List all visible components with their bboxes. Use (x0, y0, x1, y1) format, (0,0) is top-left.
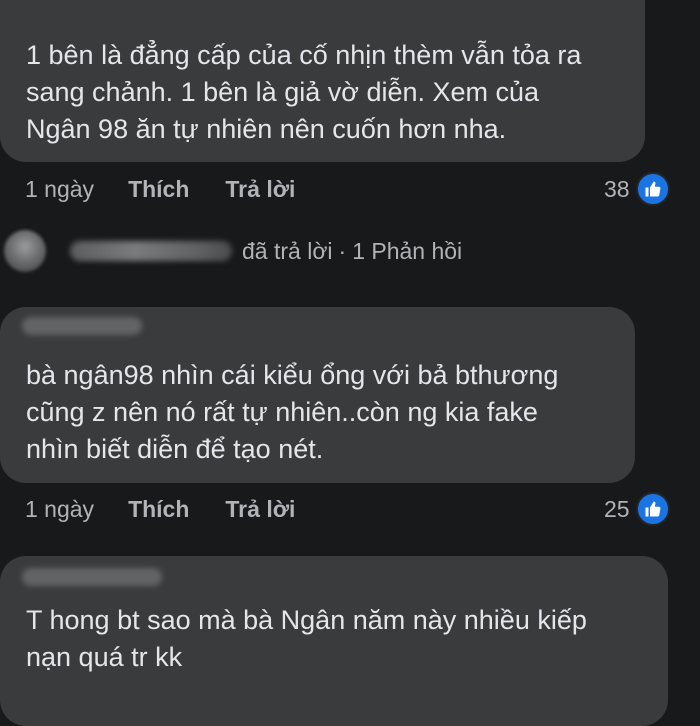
comment-actions-1: 1 ngày Thích Trả lời (25, 176, 295, 203)
like-thumb-icon-glyph (645, 181, 661, 197)
reply-button-2[interactable]: Trả lời (225, 496, 295, 523)
reply-action-text: đã trả lời (242, 237, 333, 264)
reaction-count-1: 38 (604, 175, 630, 202)
reply-separator: · (338, 237, 347, 264)
comment-text-3: T hong bt sao mà bà Ngân năm này nhiều k… (26, 605, 587, 672)
like-button-1[interactable]: Thích (128, 176, 189, 203)
reaction-summary-1[interactable]: 38 (604, 172, 670, 206)
comment-text-1: 1 bên là đẳng cấp của cố nhịn thèm vẫn t… (26, 40, 582, 144)
commenter-name-blurred (22, 317, 142, 335)
reply-count-link[interactable]: 1 Phản hồi (352, 238, 462, 265)
like-thumb-icon (635, 492, 670, 526)
comment-time-2[interactable]: 1 ngày (25, 496, 94, 523)
reply-button-1[interactable]: Trả lời (225, 176, 295, 203)
comment-actions-2: 1 ngày Thích Trả lời (25, 496, 295, 523)
avatar (4, 230, 46, 272)
replier-name-blurred (70, 241, 232, 261)
reaction-count-2: 25 (604, 495, 630, 522)
commenter-name-blurred (22, 568, 162, 586)
like-thumb-icon (635, 172, 670, 206)
like-button-2[interactable]: Thích (128, 496, 189, 523)
reaction-summary-2[interactable]: 25 (604, 492, 670, 526)
comment-time-1[interactable]: 1 ngày (25, 176, 94, 203)
like-thumb-icon-glyph (645, 501, 661, 517)
comment-text-2: bà ngân98 nhìn cái kiểu ổng với bả bthươ… (26, 360, 559, 464)
replies-summary[interactable]: đã trả lời · 1 Phản hồi (4, 230, 462, 272)
